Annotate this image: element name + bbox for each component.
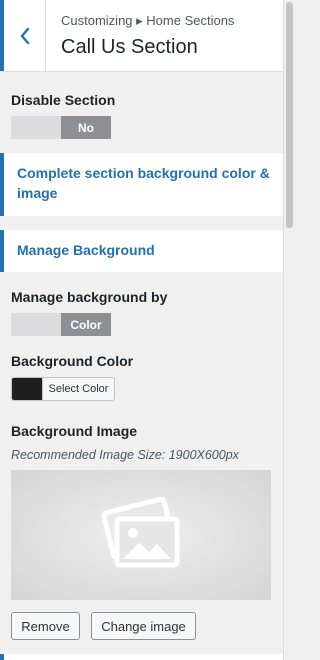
page-title: Call Us Section [61, 36, 198, 58]
manage-by-label: Manage background by [11, 289, 168, 305]
select-color-label: Select Color [42, 378, 114, 400]
vertical-scrollbar[interactable] [283, 0, 295, 660]
chevron-left-icon [19, 27, 31, 45]
panel-header: Customizing ▸ Home Sections Call Us Sect… [0, 0, 283, 72]
toggle-value: Color [61, 313, 111, 336]
scrollbar-thumb[interactable] [286, 2, 293, 228]
complete-background-link[interactable]: Complete section background color & imag… [0, 153, 283, 216]
image-size-hint: Recommended Image Size: 1900X600px [11, 448, 239, 462]
breadcrumb: Customizing ▸ Home Sections [61, 13, 235, 28]
customizer-panel: Customizing ▸ Home Sections Call Us Sect… [0, 0, 283, 660]
color-swatch [12, 378, 42, 400]
select-color-button[interactable]: Select Color [11, 377, 115, 401]
change-image-button[interactable]: Change image [91, 612, 196, 640]
manage-background-link[interactable]: Manage Background [0, 230, 283, 272]
disable-section-toggle[interactable]: No [11, 116, 111, 139]
toggle-value: No [61, 116, 111, 139]
image-placeholder-icon [95, 495, 187, 576]
background-image-preview[interactable] [11, 470, 271, 600]
back-button[interactable] [0, 0, 46, 71]
background-color-label: Background Color [11, 353, 134, 369]
toggle-track [11, 313, 61, 336]
disable-section-label: Disable Section [11, 92, 116, 108]
next-section-link[interactable] [0, 654, 283, 660]
toggle-track [11, 116, 61, 139]
remove-image-button[interactable]: Remove [11, 612, 80, 640]
background-image-label: Background Image [11, 423, 138, 439]
manage-by-toggle[interactable]: Color [11, 313, 111, 336]
